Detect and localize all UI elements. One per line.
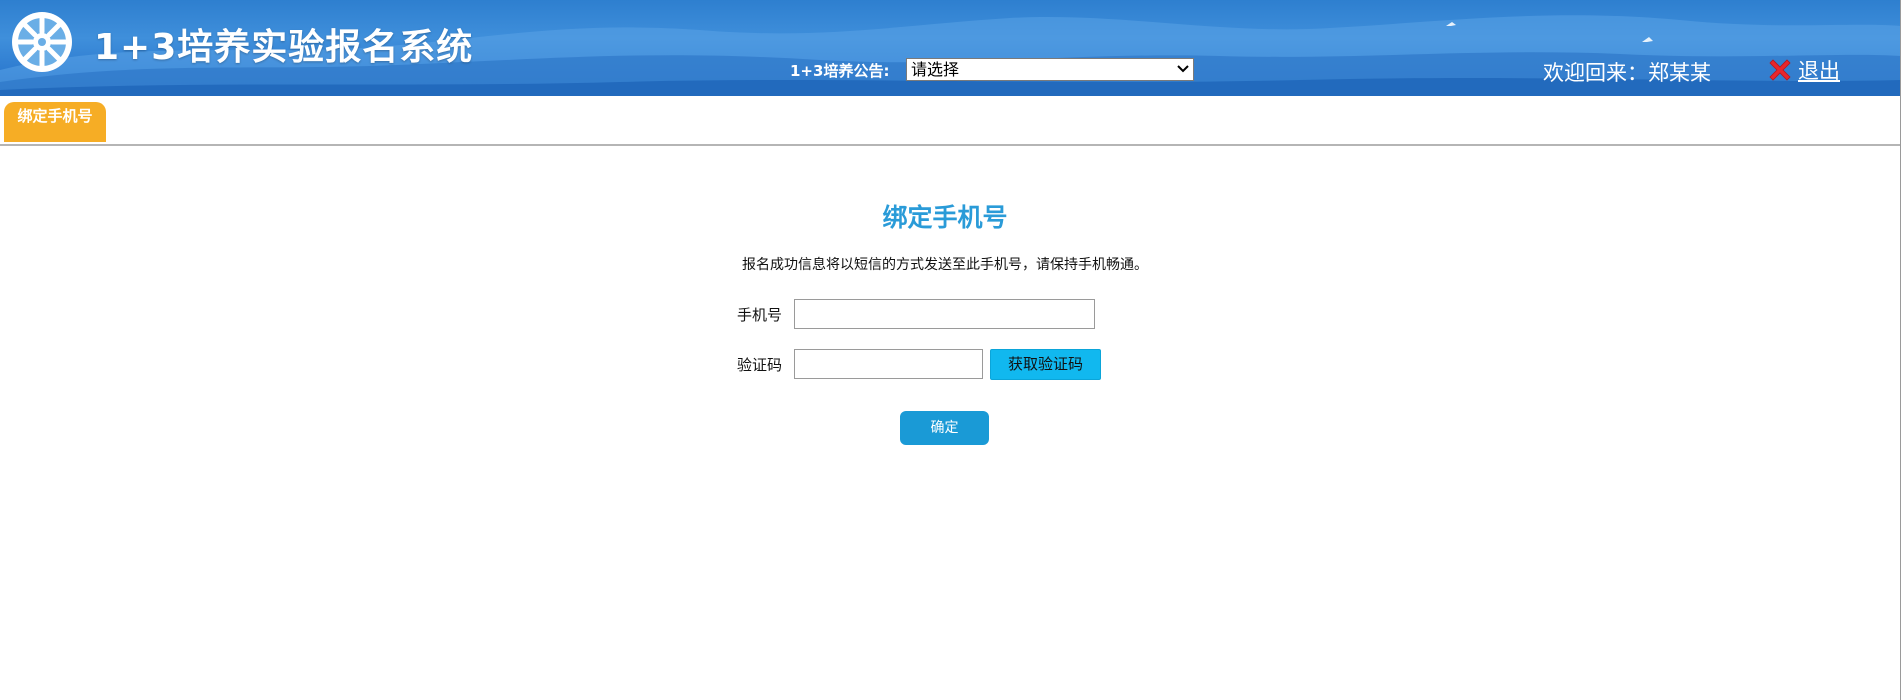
phone-label: 手机号 bbox=[736, 306, 782, 324]
close-x-icon bbox=[1769, 59, 1791, 81]
form-title: 绑定手机号 bbox=[882, 203, 1008, 232]
welcome-text: 欢迎回来：郑某某 bbox=[1543, 61, 1711, 85]
emblem-icon bbox=[12, 12, 72, 72]
header-banner: 1+3培养实验报名系统 1+3培养公告: 请选择 欢迎回来：郑某某 退出 bbox=[0, 0, 1901, 96]
code-label: 验证码 bbox=[736, 356, 782, 374]
notice-label: 1+3培养公告: bbox=[790, 62, 890, 80]
form-description: 报名成功信息将以短信的方式发送至此手机号，请保持手机畅通。 bbox=[742, 257, 1148, 273]
logout-label: 退出 bbox=[1798, 59, 1840, 83]
app-title: 1+3培养实验报名系统 bbox=[94, 27, 474, 68]
code-input[interactable] bbox=[794, 349, 983, 379]
tab-bar: 绑定手机号 bbox=[0, 96, 1901, 146]
chevron-down-icon bbox=[1177, 65, 1189, 73]
tab-bind-phone[interactable]: 绑定手机号 bbox=[4, 102, 106, 142]
notice-select[interactable]: 请选择 bbox=[906, 58, 1194, 81]
get-code-button[interactable]: 获取验证码 bbox=[990, 349, 1101, 380]
notice-select-value: 请选择 bbox=[911, 60, 960, 79]
logout-button[interactable]: 退出 bbox=[1766, 55, 1840, 85]
phone-input[interactable] bbox=[794, 299, 1095, 329]
confirm-button[interactable]: 确定 bbox=[900, 411, 989, 445]
page: 1+3培养实验报名系统 1+3培养公告: 请选择 欢迎回来：郑某某 退出 绑定手… bbox=[0, 0, 1901, 700]
